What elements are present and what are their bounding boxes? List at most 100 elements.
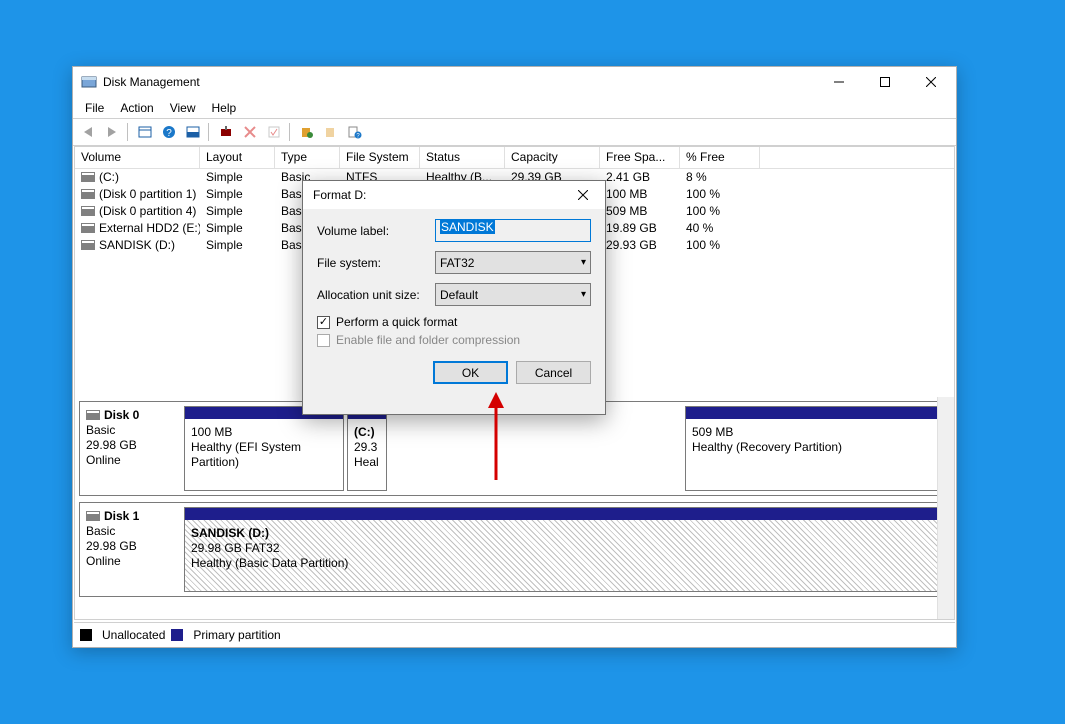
minimize-button[interactable] [816,67,862,97]
part-status: Healthy (Recovery Partition) [692,440,842,454]
filesystem-value: FAT32 [440,256,474,270]
cell-name: (Disk 0 partition 4) [75,203,200,220]
toolbar: ? ? [73,118,956,146]
alloc-size-label: Allocation unit size: [317,288,435,302]
col-pctfree[interactable]: % Free [680,147,760,168]
col-status[interactable]: Status [420,147,505,168]
disk0-type: Basic [86,423,115,437]
show-list-button[interactable] [134,121,156,143]
graphical-view: Disk 0 Basic 29.98 GB Online 100 MBHealt… [75,397,954,619]
compression-checkbox [317,334,330,347]
part-status: Heal [354,455,379,469]
ok-button[interactable]: OK [433,361,508,384]
cell-name: (Disk 0 partition 1) [75,186,200,203]
part-title: SANDISK (D:) [191,526,269,540]
filesystem-label: File system: [317,256,435,270]
legend-primary-icon [171,629,183,641]
col-layout[interactable]: Layout [200,147,275,168]
compression-label: Enable file and folder compression [336,333,520,347]
delete-button[interactable] [239,121,261,143]
window-title: Disk Management [103,75,816,89]
maximize-button[interactable] [862,67,908,97]
volume-label-label: Volume label: [317,224,435,238]
col-volume[interactable]: Volume [75,147,200,168]
alloc-size-combo[interactable]: Default ▾ [435,283,591,306]
cell-pfree: 100 % [680,203,760,220]
part-title: (C:) [354,425,375,439]
close-button[interactable] [908,67,954,97]
menu-help[interactable]: Help [204,99,245,117]
filesystem-combo[interactable]: FAT32▾ [435,251,591,274]
part-size: 509 MB [692,425,733,439]
cell-layout: Simple [200,203,275,220]
status-bar: Unallocated Primary partition [74,622,955,646]
cell-free: 29.93 GB [600,237,680,254]
disk0-label[interactable]: Disk 0 Basic 29.98 GB Online [80,402,180,495]
cancel-button[interactable]: Cancel [516,361,591,384]
disk0-state: Online [86,453,121,467]
settings-button[interactable] [215,121,237,143]
cell-name: SANDISK (D:) [75,237,200,254]
action-button[interactable] [320,121,342,143]
legend-primary-label: Primary partition [193,628,280,642]
cell-layout: Simple [200,237,275,254]
cell-pfree: 40 % [680,220,760,237]
disk0-part2[interactable]: 509 MBHealthy (Recovery Partition) [685,406,945,491]
quick-format-row[interactable]: Perform a quick format [317,315,591,329]
disk-icon [86,410,100,420]
quick-format-checkbox[interactable] [317,316,330,329]
alloc-size-value: Default [440,288,478,302]
cell-pfree: 100 % [680,186,760,203]
disk0-block[interactable]: Disk 0 Basic 29.98 GB Online 100 MBHealt… [79,401,950,496]
app-icon [81,74,97,90]
cell-free: 509 MB [600,203,680,220]
part-size: 100 MB [191,425,232,439]
back-button[interactable] [77,121,99,143]
cell-layout: Simple [200,169,275,186]
disk0-part0[interactable]: 100 MBHealthy (EFI System Partition) [184,406,344,491]
disk-icon [81,223,95,233]
help-button[interactable]: ? [158,121,180,143]
disk1-block[interactable]: Disk 1 Basic 29.98 GB Online SANDISK (D:… [79,502,950,597]
col-capacity[interactable]: Capacity [505,147,600,168]
dialog-title: Format D: [313,188,563,202]
show-graph-button[interactable] [182,121,204,143]
volume-label-input[interactable]: SANDISK [435,219,591,242]
rescan-button[interactable] [296,121,318,143]
col-freespace[interactable]: Free Spa... [600,147,680,168]
disk1-part0[interactable]: SANDISK (D:)29.98 GB FAT32Healthy (Basic… [184,507,945,592]
menu-bar: File Action View Help [73,97,956,118]
window-controls [816,67,954,97]
disk-icon [81,172,95,182]
disk0-size: 29.98 GB [86,438,137,452]
properties-button[interactable] [263,121,285,143]
dialog-title-bar[interactable]: Format D: [303,181,605,209]
forward-button[interactable] [101,121,123,143]
part-status: Healthy (EFI System Partition) [191,440,301,469]
cell-free: 19.89 GB [600,220,680,237]
menu-action[interactable]: Action [112,99,161,117]
title-bar[interactable]: Disk Management [73,67,956,97]
cell-free: 2.41 GB [600,169,680,186]
cell-layout: Simple [200,220,275,237]
dialog-close-button[interactable] [563,181,603,209]
disk0-part1[interactable]: (C:)29.3Heal [347,406,387,491]
cell-name: External HDD2 (E:) [75,220,200,237]
disk1-size: 29.98 GB [86,539,137,553]
volume-label-value: SANDISK [440,220,495,234]
help2-button[interactable]: ? [344,121,366,143]
cell-free: 100 MB [600,186,680,203]
disk-icon [86,511,100,521]
menu-view[interactable]: View [162,99,204,117]
col-type[interactable]: Type [275,147,340,168]
quick-format-label: Perform a quick format [336,315,457,329]
menu-file[interactable]: File [77,99,112,117]
list-header[interactable]: Volume Layout Type File System Status Ca… [75,147,954,169]
vertical-scrollbar[interactable] [937,397,954,619]
disk1-partitions: SANDISK (D:)29.98 GB FAT32Healthy (Basic… [180,503,949,596]
svg-text:?: ? [166,128,172,139]
col-filesystem[interactable]: File System [340,147,420,168]
disk1-label[interactable]: Disk 1 Basic 29.98 GB Online [80,503,180,596]
chevron-down-icon: ▾ [581,289,586,300]
disk1-type: Basic [86,524,115,538]
